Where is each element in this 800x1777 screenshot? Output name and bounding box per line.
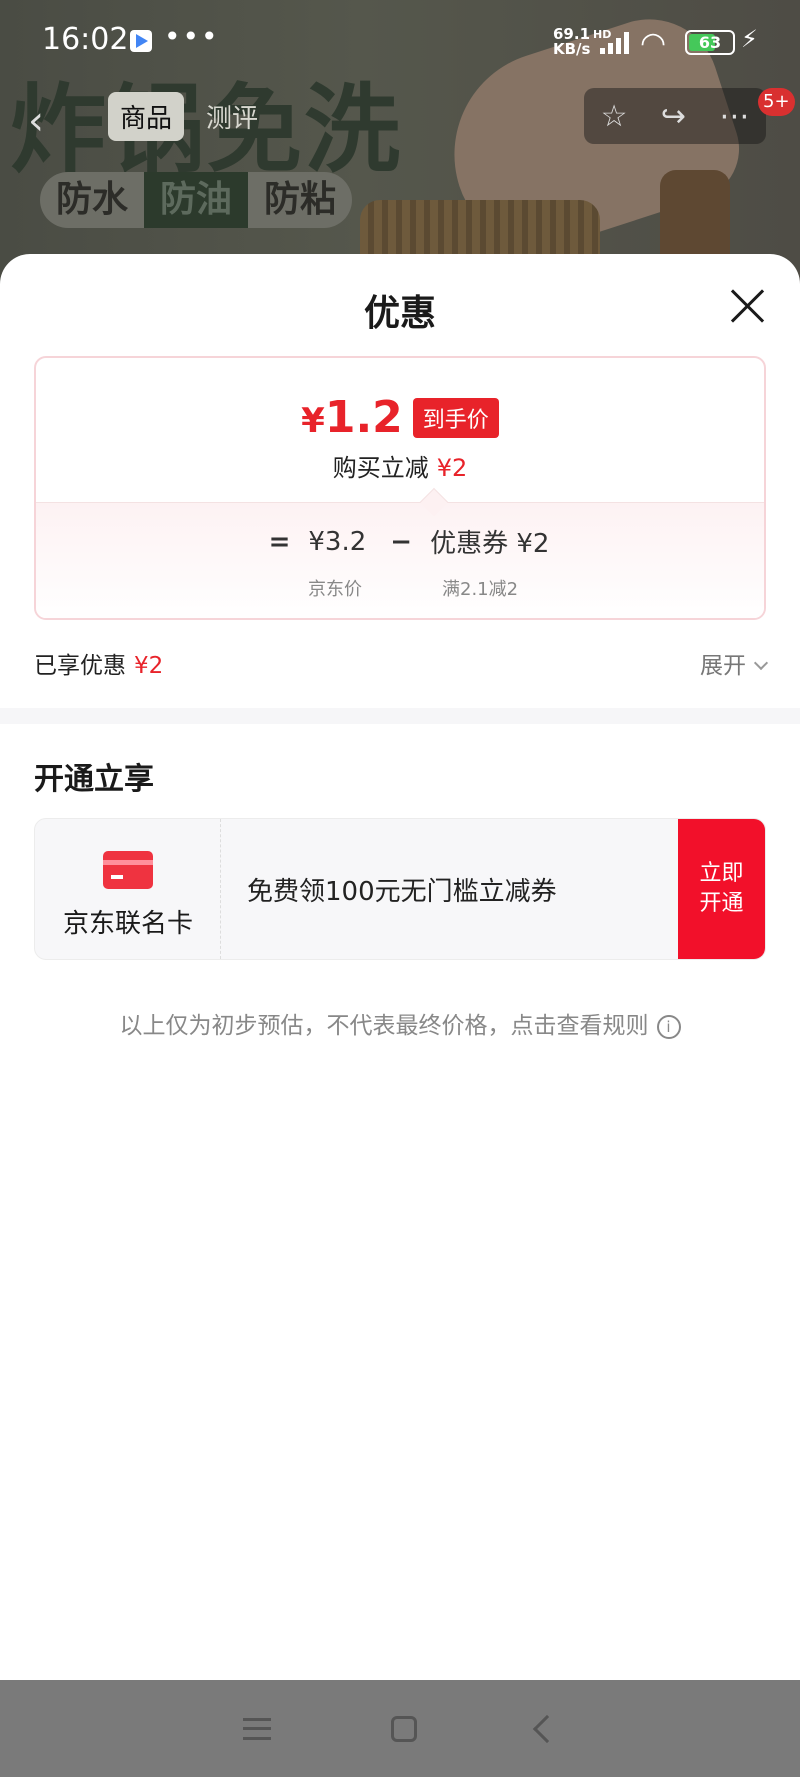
final-price: ¥1.2 (301, 392, 403, 443)
feature-tag: 防粘 (264, 179, 337, 220)
card-name: 京东联名卡 (62, 909, 193, 939)
share-icon[interactable]: ↪ (661, 99, 686, 134)
battery-level: 63 (698, 33, 722, 52)
status-time: 16:02 (42, 22, 129, 57)
coupon-amount: 优惠券 ¥2 (430, 529, 550, 559)
status-bar: 16:02 ••• 69.1 KB/s HD ◠ 63 ⚡ (0, 0, 800, 84)
enjoyed-value: ¥2 (134, 653, 164, 679)
wifi-icon: ◠ (640, 26, 667, 61)
card-benefit: 免费领100元无门槛立减券 (247, 877, 557, 907)
feature-tag: 防水 (56, 179, 129, 220)
system-nav-bar (0, 1680, 800, 1777)
more-icon[interactable]: ⋯ (719, 99, 749, 134)
reduction-value: ¥2 (436, 454, 468, 482)
final-price-tag: 到手价 (412, 397, 499, 438)
tab-review[interactable]: 测评 (194, 92, 270, 141)
network-speed: 69.1 KB/s (553, 25, 591, 58)
jd-price: ¥3.2 (308, 526, 367, 557)
final-price-value: 1.2 (324, 392, 403, 443)
charging-icon: ⚡ (741, 25, 758, 53)
minus-sign: − (390, 526, 413, 557)
credit-card-icon (103, 851, 153, 889)
activate-button[interactable]: 立即开通 (678, 819, 765, 959)
more-notifications-icon: ••• (164, 20, 220, 53)
product-tabs: 商品 测评 (108, 92, 270, 141)
disclaimer[interactable]: 以上仅为初步预估，不代表最终价格，点击查看规则 i (0, 1006, 800, 1040)
close-icon[interactable] (726, 284, 770, 328)
jd-price-label: 京东价 (308, 579, 362, 600)
equals-sign: = (268, 526, 291, 557)
play-store-icon (130, 30, 152, 52)
enjoyed-label: 已享优惠 (34, 653, 126, 679)
tab-product[interactable]: 商品 (108, 92, 185, 141)
expand-button[interactable]: 展开 (700, 646, 769, 680)
chevron-down-icon (753, 655, 769, 671)
cobrand-card-offer: 京东联名卡 免费领100元无门槛立减券 立即开通 (34, 818, 766, 960)
sheet-title: 优惠 (363, 293, 436, 334)
enjoyed-discount: 已享优惠 ¥2 (34, 646, 163, 680)
coupon-rule: 满2.1减2 (442, 579, 519, 600)
home-icon[interactable] (391, 1715, 417, 1742)
price-summary: ¥1.2 到手价 购买立减 ¥2 (36, 358, 764, 504)
expand-label: 展开 (700, 653, 746, 679)
card-brand: 京东联名卡 (35, 819, 221, 959)
info-icon[interactable]: i (656, 1014, 681, 1039)
price-card: ¥1.2 到手价 购买立减 ¥2 = ¥3.2 − 优惠券 ¥2 京东价 满2.1… (34, 356, 766, 620)
currency-symbol: ¥ (301, 401, 325, 441)
message-badge: 5+ (758, 88, 795, 116)
reduction-label: 购买立减 (332, 454, 429, 482)
instant-reduction: 购买立减 ¥2 (36, 448, 764, 483)
recent-apps-icon[interactable] (243, 1717, 271, 1740)
disclaimer-text: 以上仅为初步预估，不代表最终价格，点击查看规则 (119, 1013, 649, 1039)
battery-icon: 63 (685, 30, 735, 55)
top-actions: ☆ ↪ ⋯ (584, 88, 766, 144)
section-title: 开通立享 (34, 762, 154, 797)
back-icon[interactable]: ‹ (28, 98, 44, 144)
section-divider (0, 708, 800, 724)
discount-sheet: 优惠 ¥1.2 到手价 购买立减¥2 = ¥3.2 − 优惠券 ¥2 京东价 (0, 254, 800, 1680)
signal-icon (600, 30, 632, 54)
product-feature-tags: 防水 防油 防粘 (40, 172, 353, 228)
price-formula: = ¥3.2 − 优惠券 ¥2 京东价 满2.1减2 (36, 502, 764, 618)
system-back-icon[interactable] (532, 1714, 562, 1743)
favorite-icon[interactable]: ☆ (601, 99, 628, 134)
feature-tag: 防油 (144, 172, 249, 228)
